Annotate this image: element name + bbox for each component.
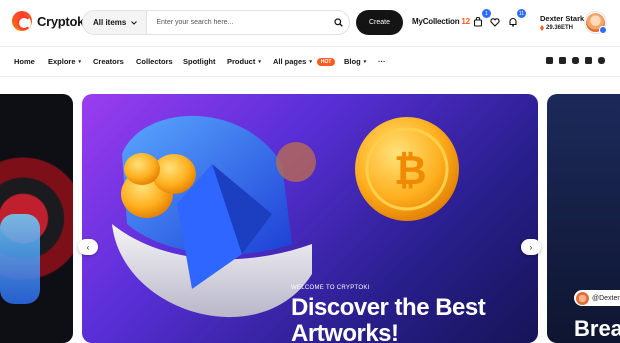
nav-item-creators[interactable]: Creators — [93, 57, 136, 66]
creator-tag[interactable]: @Dexter — [574, 290, 620, 306]
my-collection-label: MyCollection — [412, 17, 460, 26]
heart-icon — [490, 17, 500, 27]
user-name: Dexter Stark — [540, 14, 585, 23]
ethereum-icon — [540, 25, 544, 31]
nav-item-label: Blog — [344, 57, 361, 66]
logo-mark-icon — [12, 11, 32, 31]
discord-icon[interactable] — [598, 57, 605, 64]
instagram-icon[interactable] — [572, 57, 579, 64]
svg-text:₿: ₿ — [394, 149, 427, 193]
more-icon: ··· — [378, 57, 386, 66]
nav-item-label: Explore — [48, 57, 76, 66]
my-collection-link[interactable]: MyCollection 12 — [412, 17, 470, 26]
chevron-right-icon: › — [529, 242, 533, 252]
slide-previous-art — [0, 214, 40, 304]
search-bar: All items — [82, 10, 350, 35]
nav-item-all-pages[interactable]: All pages ▾ HOT — [273, 57, 344, 66]
nav-item-label: Collectors — [136, 57, 173, 66]
wishlist-button[interactable] — [488, 15, 502, 29]
twitch-icon[interactable] — [585, 57, 592, 64]
hero-title: Discover the Best Artworks! — [291, 294, 486, 343]
facebook-icon[interactable] — [546, 57, 553, 64]
main-nav: Home Explore ▾ Creators Collectors Spotli… — [0, 46, 620, 77]
nav-item-spotlight[interactable]: Spotlight — [183, 57, 227, 66]
social-links — [546, 57, 605, 64]
nav-item-blog[interactable]: Blog ▾ — [344, 57, 378, 66]
nav-item-label: Spotlight — [183, 57, 216, 66]
slider-prev-button[interactable]: ‹ — [78, 239, 98, 255]
slide-previous[interactable] — [0, 94, 73, 343]
verified-badge-icon — [599, 26, 607, 34]
hero-slider: ₿ WELCOME TO CRYPTOKI Discover the Best … — [0, 94, 620, 343]
user-info[interactable]: Dexter Stark 29.36ETH — [540, 14, 584, 31]
chevron-down-icon: ▾ — [258, 58, 261, 65]
nav-item-label: Creators — [93, 57, 124, 66]
cart-icon — [473, 17, 483, 27]
nav-item-collectors[interactable]: Collectors — [136, 57, 183, 66]
nav-item-home[interactable]: Home — [14, 57, 48, 66]
user-balance-value: 29.36ETH — [546, 25, 574, 31]
bell-icon — [509, 18, 517, 27]
nav-item-label: All pages — [273, 57, 307, 66]
twitter-icon[interactable] — [559, 57, 566, 64]
nav-item-label: Product — [227, 57, 256, 66]
search-icon — [333, 18, 343, 27]
create-button[interactable]: Create — [356, 10, 403, 35]
search-category-select[interactable]: All items — [83, 11, 148, 34]
chevron-down-icon: ▾ — [78, 58, 82, 65]
chevron-down-icon: ▾ — [309, 58, 312, 65]
creator-handle: @Dexter — [592, 294, 620, 302]
chevron-down-icon: ▾ — [363, 58, 367, 65]
hero-kicker: WELCOME TO CRYPTOKI — [291, 285, 370, 291]
chevron-down-icon — [131, 20, 138, 25]
top-header: Cryptoki All items Create MyCollection12… — [0, 0, 620, 46]
avatar — [576, 291, 589, 305]
hot-badge: HOT — [316, 57, 336, 66]
logo[interactable]: Cryptoki — [12, 11, 88, 31]
nav-menu: Home Explore ▾ Creators Collectors Spotli… — [14, 57, 386, 66]
search-input[interactable] — [147, 11, 327, 34]
nav-item-explore[interactable]: Explore ▾ — [48, 57, 93, 66]
slide-current[interactable]: ₿ WELCOME TO CRYPTOKI Discover the Best … — [82, 94, 538, 343]
cart-button[interactable]: 1 — [471, 9, 491, 29]
notifications-badge: 11 — [517, 9, 526, 18]
search-button[interactable] — [327, 11, 349, 34]
notifications-button[interactable]: 11 — [506, 9, 526, 29]
chevron-left-icon: ‹ — [86, 242, 90, 252]
nav-item-more[interactable]: ··· — [378, 57, 386, 66]
nav-item-product[interactable]: Product ▾ — [227, 57, 273, 66]
search-category-label: All items — [93, 18, 127, 27]
user-balance: 29.36ETH — [540, 25, 584, 31]
slider-next-button[interactable]: › — [521, 239, 541, 255]
logo-text: Cryptoki — [37, 13, 88, 29]
nav-item-label: Home — [14, 57, 35, 66]
next-slide-title: Brea — [574, 316, 620, 341]
my-collection-count: 12 — [461, 17, 470, 26]
